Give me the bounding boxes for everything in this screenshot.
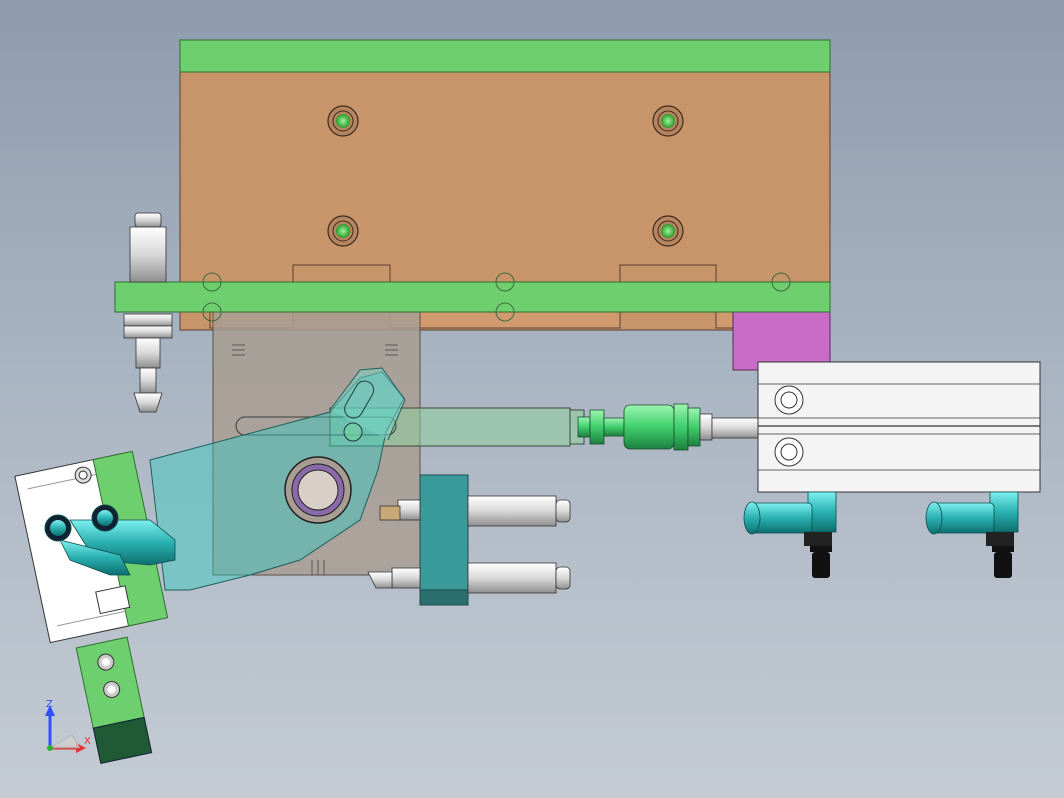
magenta-block[interactable] [732, 311, 831, 371]
rod-coupling[interactable] [577, 403, 759, 451]
horizontal-plate[interactable] [114, 281, 831, 313]
screw-hole-icon [327, 215, 359, 247]
z-axis-label: Z [46, 699, 53, 710]
cad-viewport[interactable]: Z X [0, 0, 1064, 798]
coordinate-triad-icon [45, 705, 86, 753]
cad-model-canvas[interactable] [0, 0, 1064, 798]
pivot-bearing-icon [284, 456, 352, 524]
screw-hole-icon [327, 105, 359, 137]
screw-hole-icon [652, 215, 684, 247]
elbow-fitting-icon[interactable] [925, 491, 1019, 578]
screw-hole-icon [652, 105, 684, 137]
top-plate[interactable] [179, 39, 831, 73]
air-cylinder[interactable] [757, 361, 1041, 493]
guide-block[interactable] [419, 474, 469, 606]
elbow-fitting-icon[interactable] [743, 491, 837, 578]
x-axis-label: X [84, 736, 91, 747]
